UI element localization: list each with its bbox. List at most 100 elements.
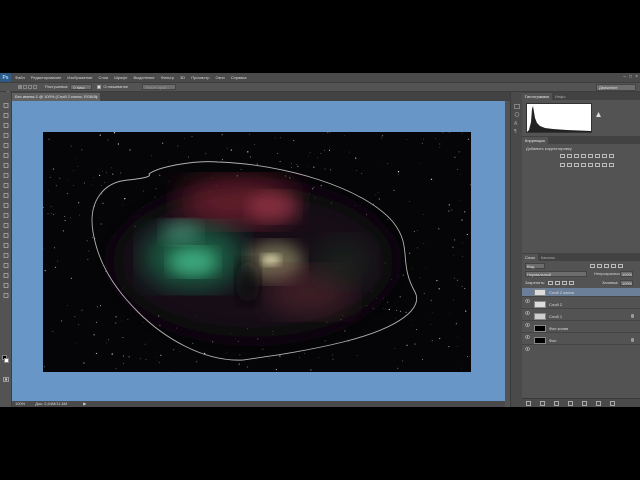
- fill-input[interactable]: 100%: [620, 280, 633, 286]
- antialias-checkbox[interactable]: [97, 85, 102, 89]
- brightness-contrast-icon[interactable]: [560, 154, 565, 158]
- new-adjustment-icon[interactable]: [568, 401, 573, 406]
- healing-brush-icon[interactable]: [3, 163, 9, 168]
- lock-all-icon[interactable]: [569, 281, 574, 285]
- filter-adjustment-icon[interactable]: [597, 264, 602, 268]
- visibility-eye-icon[interactable]: [524, 314, 531, 327]
- layer-style-icon[interactable]: [540, 401, 545, 406]
- move-tool-icon[interactable]: [3, 103, 9, 108]
- vibrance-icon[interactable]: [588, 154, 593, 158]
- filter-shape-icon[interactable]: [611, 264, 616, 268]
- posterize-icon[interactable]: [588, 163, 593, 167]
- lasso-tool-icon[interactable]: [3, 123, 9, 128]
- menu-item[interactable]: Фильтр: [161, 75, 174, 80]
- eyedropper-icon[interactable]: [3, 153, 9, 158]
- new-layer-icon[interactable]: [596, 401, 601, 406]
- lock-transparency-icon[interactable]: [548, 281, 553, 285]
- curves-icon[interactable]: [574, 154, 579, 158]
- tab-layers[interactable]: Слои: [522, 254, 538, 261]
- layer-filter-select[interactable]: Вид: [525, 263, 545, 269]
- document-tab[interactable]: Без имени-1 @ 100% (Слой 2 копия, RGB/8)…: [12, 93, 100, 101]
- add-mask-icon[interactable]: [554, 401, 559, 406]
- menu-item[interactable]: Выделение: [133, 75, 154, 80]
- threshold-icon[interactable]: [595, 163, 600, 167]
- menu-item[interactable]: Окно: [215, 75, 224, 80]
- quick-mask-icon[interactable]: [3, 377, 9, 382]
- new-group-icon[interactable]: [582, 401, 587, 406]
- quick-select-icon[interactable]: [3, 133, 9, 138]
- link-layers-icon[interactable]: [526, 401, 531, 406]
- photo-filter-icon[interactable]: [560, 163, 565, 167]
- history-icon[interactable]: [514, 96, 520, 109]
- clone-stamp-icon[interactable]: [3, 183, 9, 188]
- brush-tool-icon[interactable]: [3, 173, 9, 178]
- tab-adjustments[interactable]: Коррекция: [522, 137, 548, 144]
- layer-row[interactable]: Фон: [522, 336, 640, 351]
- eraser-tool-icon[interactable]: [3, 203, 9, 208]
- layer-row[interactable]: Фон копия: [522, 324, 640, 339]
- layer-row[interactable]: Слой 2: [522, 300, 640, 315]
- visibility-eye-icon[interactable]: [524, 338, 531, 351]
- menu-item[interactable]: Изображение: [67, 75, 92, 80]
- crop-tool-icon[interactable]: [3, 143, 9, 148]
- path-select-icon[interactable]: [3, 263, 9, 268]
- canvas-area[interactable]: [12, 101, 505, 401]
- history-brush-icon[interactable]: [3, 193, 9, 198]
- blur-tool-icon[interactable]: [3, 223, 9, 228]
- properties-icon[interactable]: [514, 104, 520, 117]
- menu-item[interactable]: Справка: [231, 75, 247, 80]
- menu-item[interactable]: 3D: [180, 75, 185, 80]
- refine-edge-button[interactable]: Уточн. край...: [142, 84, 177, 90]
- invert-icon[interactable]: [581, 163, 586, 167]
- filter-pixel-icon[interactable]: [590, 264, 595, 268]
- dodge-tool-icon[interactable]: [3, 233, 9, 238]
- menu-item[interactable]: Просмотр: [191, 75, 209, 80]
- lock-position-icon[interactable]: [562, 281, 567, 285]
- tab-histogram[interactable]: Гистограмма: [522, 93, 552, 100]
- close-tab-icon[interactable]: ×: [96, 93, 98, 101]
- levels-icon[interactable]: [567, 154, 572, 158]
- marquee-tool-icon[interactable]: [3, 113, 9, 118]
- background-color-swatch[interactable]: [4, 358, 9, 363]
- filter-smart-icon[interactable]: [618, 264, 623, 268]
- blend-mode-select[interactable]: Нормальный: [525, 271, 587, 277]
- lock-pixels-icon[interactable]: [555, 281, 560, 285]
- visibility-eye-icon[interactable]: [524, 290, 531, 303]
- menu-item[interactable]: Шрифт: [114, 75, 127, 80]
- menu-item[interactable]: Слои: [99, 75, 109, 80]
- pen-tool-icon[interactable]: [3, 243, 9, 248]
- color-lookup-icon[interactable]: [574, 163, 579, 167]
- hand-tool-icon[interactable]: [3, 283, 9, 288]
- close-button[interactable]: ×: [635, 74, 638, 80]
- document-canvas[interactable]: [43, 132, 471, 372]
- layer-row[interactable]: Слой 1: [522, 312, 640, 327]
- zoom-level[interactable]: 100%: [15, 402, 25, 406]
- shape-tool-icon[interactable]: [3, 273, 9, 278]
- layer-row[interactable]: Слой 2 копия: [522, 288, 640, 303]
- status-menu-arrow[interactable]: ▶: [83, 402, 86, 406]
- histogram-warning-icon[interactable]: [596, 104, 601, 117]
- workspace-select[interactable]: Движение: [596, 84, 636, 91]
- exposure-icon[interactable]: [581, 154, 586, 158]
- zoom-tool-icon[interactable]: [3, 293, 9, 298]
- menu-item[interactable]: Файл: [15, 75, 25, 80]
- filter-type-icon[interactable]: [604, 264, 609, 268]
- minimize-button[interactable]: –: [623, 74, 626, 80]
- selective-color-icon[interactable]: [609, 163, 614, 167]
- feather-input[interactable]: 0 пикс: [70, 84, 93, 90]
- paragraph-icon[interactable]: ¶: [514, 120, 520, 135]
- color-balance-icon[interactable]: [602, 154, 607, 158]
- tab-channels[interactable]: Каналы: [538, 254, 558, 261]
- selection-mode-icons[interactable]: [18, 85, 37, 89]
- type-tool-icon[interactable]: [3, 253, 9, 258]
- opacity-input[interactable]: 100%: [620, 271, 633, 277]
- visibility-eye-icon[interactable]: [524, 302, 531, 315]
- gradient-map-icon[interactable]: [602, 163, 607, 167]
- gradient-tool-icon[interactable]: [3, 213, 9, 218]
- maximize-button[interactable]: □: [629, 74, 632, 80]
- menu-item[interactable]: Редактирование: [31, 75, 61, 80]
- delete-layer-icon[interactable]: [610, 401, 615, 406]
- hue-saturation-icon[interactable]: [595, 154, 600, 158]
- tab-info[interactable]: Инфо: [552, 93, 569, 100]
- lasso-tool-preset-icon[interactable]: [4, 84, 12, 97]
